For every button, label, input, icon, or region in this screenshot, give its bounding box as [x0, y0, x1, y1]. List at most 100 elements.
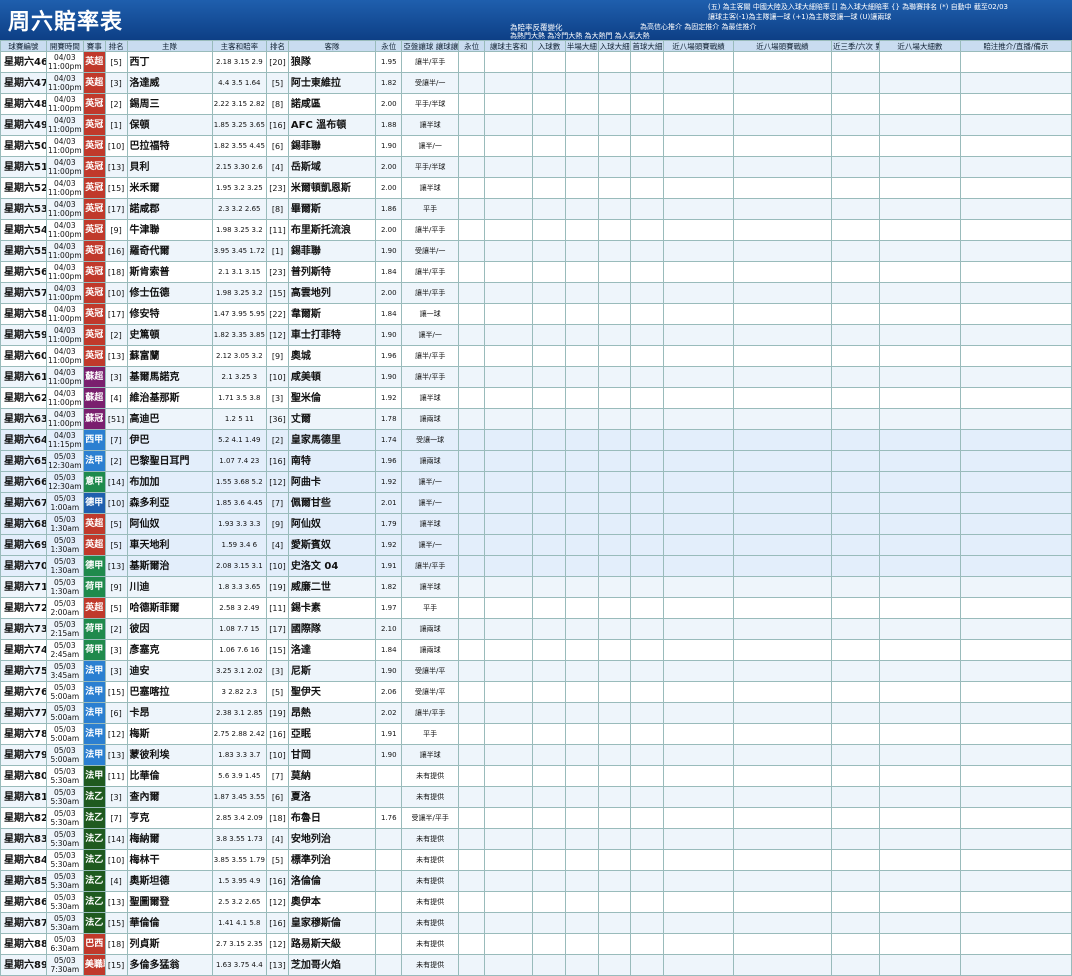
table-row[interactable]: 星期六59 04/03 11:00pm 英冠 [2] 史篤頓 1.82 3.35 3.85[…: [0, 324, 1072, 346]
kickoff-clock: 11:00pm: [47, 251, 82, 260]
table-row[interactable]: 星期六83 05/03 5:30am 法乙 [14] 梅納爾 3.8 3.55 1.73 [4…: [0, 828, 1072, 850]
table-row[interactable]: 星期六8905/037:30am美職聯[15]多倫多猛翁1.63 3.75 4.…: [0, 954, 1072, 976]
recent-form: [732, 177, 833, 199]
table-row[interactable]: 星期六84 05/03 5:30am 法乙 [10] 梅林干 3.85 3.55 1.79[…: [0, 849, 1072, 871]
table-row[interactable]: 星期六71 05/03 1:30am 荷甲 [9] 川迪 1.8 3.3 3.65 [19] 威…: [0, 576, 1072, 598]
table-row[interactable]: 星期六51 04/03 11:00pm 英冠 [13] 貝利 2.15 3.30 2.6 [4…: [0, 156, 1072, 178]
recent-form: [732, 786, 833, 808]
away-rank: [19]: [266, 576, 289, 598]
goals-odd: [532, 261, 566, 283]
table-row[interactable]: 星期六62 04/03 11:00pm 蘇超 [4] 維治基那斯 1.71 3.5 3.8[…: [0, 387, 1072, 409]
table-row[interactable]: 星期六82 05/03 5:30am 法乙 [7] 亨克 2.85 3.4 2.09 [18]…: [0, 807, 1072, 829]
table-row[interactable]: 星期六48 04/03 11:00pm 英冠 [2] 錫周三 2.22 3.15 2.82[…: [0, 93, 1072, 115]
table-row[interactable]: 星期六55 04/03 11:00pm 英冠 [16] 羅奇代爾 3.95 3.45 1.7…: [0, 240, 1072, 262]
table-row[interactable]: 星期六75 05/03 3:45am 法甲 [3] 迪安 3.25 3.1 2.02 [3] 尼…: [0, 660, 1072, 682]
table-row[interactable]: 星期六50 04/03 11:00pm 英冠 [10] 巴拉福特 1.82 3.55 4.4…: [0, 135, 1072, 157]
league-badge: 英冠: [82, 135, 106, 157]
goals-even: [564, 702, 599, 724]
home-rank: [4]: [104, 870, 128, 892]
table-row[interactable]: 星期六86 05/03 5:30am 法乙 [13] 聖圖爾登 2.5 3.2 2.65 [1…: [0, 891, 1072, 913]
kickoff-clock: 12:30am: [48, 482, 82, 491]
table-row[interactable]: 星期六78 05/03 5:00am 法甲 [12] 梅斯 2.75 2.88 2.42 [1…: [0, 723, 1072, 745]
table-row[interactable]: 星期六69 05/03 1:30am 英超 [5] 車天地利 1.59 3.4 6 [4] 愛斯…: [0, 534, 1072, 556]
table-row[interactable]: 星期六76 05/03 5:00am 法甲 [15] 巴塞喀拉 3 2.82 2.3 [5] 聖…: [0, 681, 1072, 703]
home-team: 梅斯: [126, 723, 213, 745]
league-badge: 英超: [82, 51, 106, 73]
ou-small: [630, 366, 665, 388]
kickoff-date: 04/03: [54, 74, 76, 83]
kickoff-clock: 11:00pm: [47, 419, 82, 428]
kickoff-clock: 6:30am: [50, 944, 80, 953]
kickoff-clock: 11:00pm: [47, 146, 82, 155]
home-team: 查內爾: [126, 786, 213, 808]
table-row[interactable]: 星期六47 04/03 11:00pm 英超 [3] 洛達威 4.4 3.5 1.64 [5]…: [0, 72, 1072, 94]
table-row[interactable]: 星期六67 05/03 1:00am 德甲 [10] 森多利亞 1.85 3.6 4.45[…: [0, 492, 1072, 514]
table-row[interactable]: 星期六85 05/03 5:30am 法乙 [4] 奧斯坦德 1.5 3.95 4.9 [16…: [0, 870, 1072, 892]
match-number: 星期六49: [0, 114, 47, 136]
table-row[interactable]: 星期六63 04/03 11:00pm 蘇冠 [51] 高迪巴 1.2 5 11 [36] 丈爾…: [0, 408, 1072, 430]
league-badge: 英超: [82, 72, 106, 94]
goals-even: [564, 51, 599, 73]
table-row[interactable]: 星期六64 04/03 11:15pm 西甲 [7] 伊巴 5.2 4.1 1.49 [2] 皇…: [0, 429, 1072, 451]
away-team: 標準列治: [287, 849, 377, 871]
recent-form: [732, 618, 833, 640]
goals-odd: [532, 513, 566, 535]
goals-odd: [532, 198, 566, 220]
home-team: 卡昂: [126, 702, 213, 724]
table-row[interactable]: 星期六53 04/03 11:00pm 英冠 [17] 諾咸郡 2.3 3.2 2.65 [8…: [0, 198, 1072, 220]
away-team: 車士打菲特: [287, 324, 377, 346]
ou-small: [630, 345, 665, 367]
table-row[interactable]: 星期六72 05/03 2:00am 英超 [5] 哈德斯菲爾 2.58 3 2.49 [11…: [0, 597, 1072, 619]
table-row[interactable]: 星期六81 05/03 5:30am 法乙 [3] 查內爾 1.87 3.45 3.55 [6…: [0, 786, 1072, 808]
table-row[interactable]: 星期六57 04/03 11:00pm 英冠 [10] 修士伍德 1.98 3.25 3.2…: [0, 282, 1072, 304]
head-to-head: [831, 744, 880, 766]
table-row[interactable]: 星期六60 04/03 11:00pm 英冠 [13] 蘇富蘭 2.12 3.05 3.2[…: [0, 345, 1072, 367]
ou-small: [630, 765, 665, 787]
recent-form: [732, 513, 833, 535]
half-time-hda: [663, 114, 734, 136]
table-row[interactable]: 星期六77 05/03 5:00am 法甲 [6] 卡昂 2.38 3.1 2.85 [19]…: [0, 702, 1072, 724]
table-row[interactable]: 星期六54 04/03 11:00pm 英冠 [9] 牛津聯 1.98 3.25 3.2 [1…: [0, 219, 1072, 241]
half-time-hda: [663, 618, 734, 640]
ou-small: [630, 786, 665, 808]
ou-big: [597, 366, 632, 388]
table-row[interactable]: 星期六58 04/03 11:00pm 英冠 [17] 修安特 1.47 3.95 5.95…: [0, 303, 1072, 325]
table-row[interactable]: 星期六65 05/03 12:30am 法甲 [2] 巴黎聖日耳門 1.07 7.4 23[…: [0, 450, 1072, 472]
home-draw-away-odds: 4.4 3.5 1.64: [211, 72, 268, 94]
table-row[interactable]: 星期六68 05/03 1:30am 英超 [5] 阿仙奴 1.93 3.3 3.3 [9] 阿…: [0, 513, 1072, 535]
tips-cell: [959, 261, 1072, 283]
hda-handicap: [484, 534, 534, 556]
handicap-odds: 1.76: [375, 807, 403, 829]
kickoff-clock: 1:30am: [50, 566, 80, 575]
tips-cell: [959, 93, 1072, 115]
table-row[interactable]: 星期六49 04/03 11:00pm 英冠 [1] 保頓 1.85 3.25 3.65 [1…: [0, 114, 1072, 136]
goals-even: [564, 555, 599, 577]
handicap-odds: 2.01: [375, 492, 403, 514]
table-row[interactable]: 星期六88 05/03 6:30am 巴西 [18] 列貞斯 2.7 3.15 2.35 [1…: [0, 933, 1072, 955]
asian-handicap-line: 讓兩球: [401, 408, 460, 430]
away-rank: [36]: [266, 408, 289, 430]
recent-ou: [879, 492, 961, 514]
hda-handicap: [484, 513, 534, 535]
table-row[interactable]: 星期六61 04/03 11:00pm 蘇超 [3] 基爾馬諾克 2.1 3.25 3 [10…: [0, 366, 1072, 388]
home-rank: [3]: [104, 639, 128, 661]
hda-handicap: [484, 156, 534, 178]
asian-handicap-line: 未有提供: [401, 891, 460, 913]
table-row[interactable]: 星期六87 05/03 5:30am 法乙 [15] 華倫倫 1.41 4.1 5.8 [16…: [0, 912, 1072, 934]
table-row[interactable]: 星期六56 04/03 11:00pm 英冠 [18] 斯肯索普 2.1 3.1 3.15[…: [0, 261, 1072, 283]
table-row[interactable]: 星期六79 05/03 5:00am 法甲 [13] 蒙彼利埃 1.83 3.3 3.7 [1…: [0, 744, 1072, 766]
goals-even: [564, 240, 599, 262]
handicap-odds: [375, 828, 403, 850]
table-row[interactable]: 星期六80 05/03 5:30am 法甲 [11] 比華倫 5.6 3.9 1.45 [7]…: [0, 765, 1072, 787]
home-rank: [5]: [104, 51, 128, 73]
table-row[interactable]: 星期六66 05/03 12:30am 意甲 [14] 布加加 1.55 3.68 5.2[…: [0, 471, 1072, 493]
table-row[interactable]: 星期六52 04/03 11:00pm 英冠 [15] 米禾爾 1.95 3.2 3.25[…: [0, 177, 1072, 199]
table-row[interactable]: 星期六74 05/03 2:45am 荷甲 [3] 彥塞克 1.06 7.6 16 [15] 洛…: [0, 639, 1072, 661]
table-row[interactable]: 星期六46 04/03 11:00pm 英超 [5] 西丁 2.18 3.15 2.9 [20…: [0, 51, 1072, 73]
handicap-odds-2: [458, 198, 486, 220]
match-number: 星期六57: [0, 282, 47, 304]
goals-even: [564, 72, 599, 94]
table-row[interactable]: 星期六70 05/03 1:30am 德甲 [13] 基斯爾治 2.08 3.15 3.1[…: [0, 555, 1072, 577]
home-rank: [6]: [104, 702, 128, 724]
table-row[interactable]: 星期六73 05/03 2:15am 荷甲 [2] 彼因 1.08 7.7 15 [17] 國際…: [0, 618, 1072, 640]
